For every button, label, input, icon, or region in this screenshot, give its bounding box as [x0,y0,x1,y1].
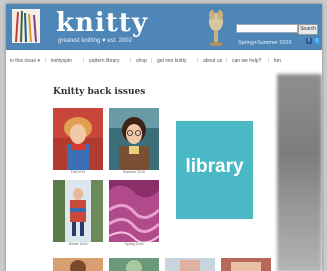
knitting-needles-logo[interactable] [12,9,40,43]
current-issue-label[interactable]: Spring+Summer 2016 [238,40,292,46]
sidebar-ad-image[interactable] [277,74,322,271]
back-issue-cover-5[interactable] [53,258,103,271]
back-issue-cover-8[interactable] [221,258,271,271]
back-issue-cover-4[interactable] [109,180,159,242]
back-issue-cover-1[interactable] [53,108,103,170]
nav-separator: | [268,58,270,64]
back-issue-cover-6[interactable] [109,258,159,271]
nav-item-get-into-knitty[interactable]: get into knitty [157,58,186,64]
nav-separator: | [130,58,132,64]
back-issue-cover-2[interactable] [109,108,159,170]
library-link-card[interactable]: library [176,121,253,219]
twitter-icon[interactable]: t [314,38,320,44]
nav-separator: | [83,58,85,64]
nav-item-can-we-help[interactable]: can we help? [232,58,261,64]
nav-item-fun[interactable]: fun [274,58,281,64]
cover-caption: Spring 2018 [124,242,144,246]
cover-caption: Fall 2019 [70,170,86,174]
nav-item-pattern-library[interactable]: pattern library [89,58,120,64]
search-input[interactable] [236,24,298,33]
nav-separator: | [151,58,153,64]
cover-caption: Summer 2019 [123,170,145,174]
nav-separator: | [197,58,199,64]
page: knitty greatest knitting ♥ est. 2002 Sea… [6,4,322,271]
nav-item-about-us[interactable]: about us [203,58,222,64]
nav-item-in-this-issue[interactable]: in this issue ▾ [10,58,40,64]
library-label: library [185,156,244,177]
nav-separator: | [226,58,228,64]
search-button[interactable]: Search [298,24,318,35]
back-issue-cover-7[interactable] [165,258,215,271]
back-issues-title: Knitty back issues [53,87,146,97]
mascot-icon [209,10,223,46]
nav-separator: | [45,58,47,64]
site-title[interactable]: knitty [56,10,148,36]
site-tagline: greatest knitting ♥ est. 2002 [58,38,132,44]
facebook-icon[interactable]: f [306,38,312,44]
main-nav: in this issue ▾ | knittyspin | pattern l… [6,56,322,66]
site-header: knitty greatest knitting ♥ est. 2002 Sea… [6,4,322,50]
cover-caption: Winter 2019 [68,242,88,246]
nav-item-shop[interactable]: shop [136,58,147,64]
back-issue-cover-3[interactable] [53,180,103,242]
nav-item-knittyspin[interactable]: knittyspin [51,58,72,64]
